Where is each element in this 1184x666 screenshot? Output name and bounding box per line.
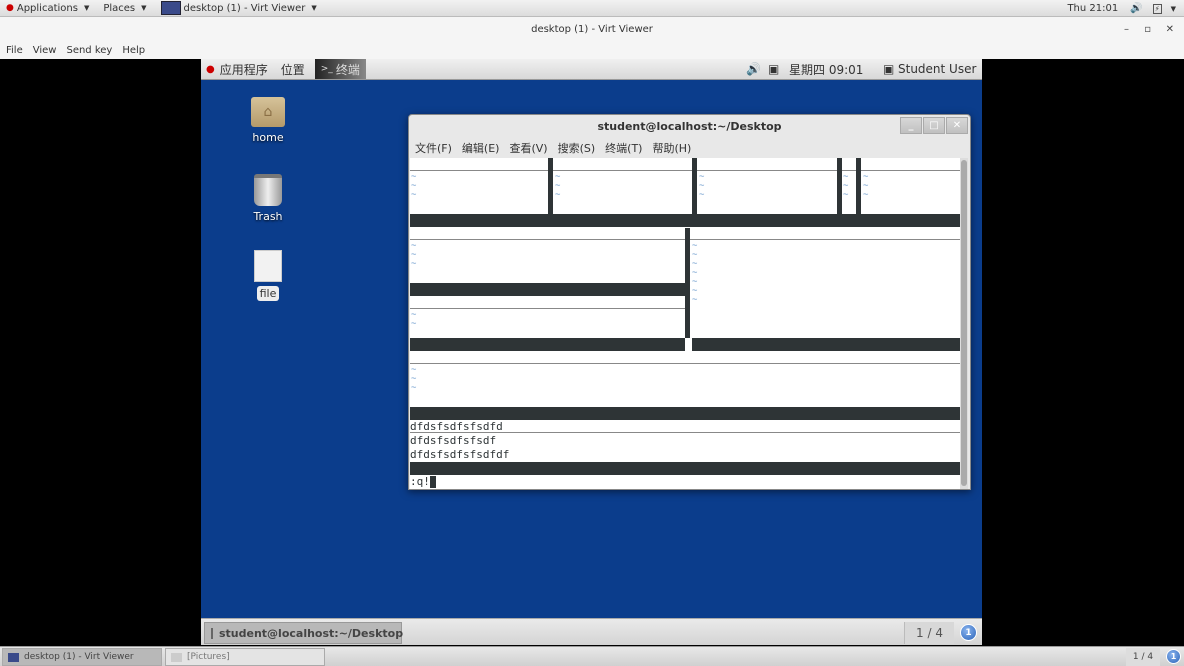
maximize-button[interactable]: ▫ — [1144, 17, 1151, 41]
host-task-virt-viewer[interactable]: desktop (1) - Virt Viewer — [2, 648, 162, 666]
image-viewer-icon — [171, 652, 182, 662]
status-line-wide: [未命名] 0,0-1 全部 — [410, 407, 960, 420]
cursor — [429, 476, 436, 488]
terminal-maximize-button[interactable]: □ — [923, 117, 945, 134]
desktop-icon-file[interactable]: file — [228, 250, 308, 301]
terminal-menubar: 文件(F) 编辑(E) 查看(V) 搜索(S) 终端(T) 帮助(H) — [409, 137, 970, 158]
host-notification-badge[interactable]: 1 — [1166, 649, 1181, 664]
applications-label: Applications — [16, 2, 78, 14]
desktop-icon-label: Trash — [253, 210, 283, 223]
terminal-menu-file[interactable]: 文件(F) — [415, 140, 452, 156]
terminal-window[interactable]: student@localhost:~/Desktop _ □ ✕ 文件(F) … — [408, 114, 971, 490]
window-title: desktop (1) - Virt Viewer — [531, 23, 653, 35]
terminal-menu-help[interactable]: 帮助(H) — [652, 140, 691, 156]
file-icon — [254, 250, 282, 282]
volume-icon[interactable]: 🔊 — [1130, 3, 1142, 14]
redhat-icon: ● — [6, 3, 14, 13]
places-menu[interactable]: Places ▼ — [103, 3, 146, 14]
trash-icon — [254, 174, 282, 206]
desktop-icon-home[interactable]: ⌂ home — [228, 97, 308, 144]
menu-send-key[interactable]: Send key — [66, 45, 112, 56]
host-task-pictures[interactable]: [Pictures] — [165, 648, 325, 666]
terminal-menu-terminal[interactable]: 终端(T) — [605, 140, 642, 156]
vsplit-separator[interactable] — [685, 228, 690, 338]
guest-notification-badge[interactable]: 1 — [960, 624, 977, 641]
home-folder-icon: ⌂ — [251, 97, 285, 127]
user-menu[interactable]: Student User — [898, 62, 976, 76]
guest-terminal-task[interactable]: >_ 终端 — [314, 59, 366, 79]
buffer-line: dfdsfsdfsfsdfdf — [410, 448, 510, 461]
host-workspace-indicator[interactable]: 1 / 4 — [1126, 648, 1160, 666]
status-line-active: [未命名] [+] 3,13 16% — [410, 462, 960, 475]
guest-clock[interactable]: 星期四 09:01 — [789, 61, 863, 78]
close-button[interactable]: ✕ — [1166, 17, 1174, 41]
network-icon[interactable]: ▣ — [768, 62, 779, 76]
command-text: :q! — [410, 475, 430, 488]
monitor-icon — [8, 652, 19, 662]
guest-places-menu[interactable]: 位置 — [281, 61, 305, 78]
host-top-bar: ● Applications ▼ Places ▼ desktop (1) - Vi… — [0, 0, 1184, 17]
status-line-file2: file2 0,0-1 全部 — [410, 283, 685, 296]
guest-display[interactable]: ● 应用程序 位置 >_ 终端 🔊 ▣ 星期四 09:01 ▣ Student U… — [201, 59, 982, 645]
desktop-icon-label: file — [256, 286, 280, 301]
terminal-icon: >_ — [320, 64, 333, 74]
applications-menu[interactable]: ● Applications ▼ — [6, 3, 89, 14]
host-taskbar: desktop (1) - Virt Viewer [Pictures] 1 /… — [0, 646, 1184, 666]
clock[interactable]: Thu 21:01 — [1067, 3, 1118, 14]
volume-icon[interactable]: 🔊 — [746, 62, 761, 76]
terminal-titlebar[interactable]: student@localhost:~/Desktop _ □ ✕ — [409, 115, 970, 137]
battery-icon[interactable]: ⚡ — [1152, 3, 1162, 14]
active-window-label: desktop (1) - Virt Viewer — [183, 2, 306, 14]
caret-icon: ▼ — [141, 4, 147, 12]
vsplit-separator[interactable] — [856, 158, 861, 214]
terminal-scrollbar[interactable] — [960, 158, 968, 489]
active-window-menu[interactable]: desktop (1) - Virt Viewer ▼ — [160, 1, 317, 15]
host-menubar: File View Send key Help — [0, 41, 1184, 59]
guest-bottom-panel: student@localhost:~/Desktop 1 / 4 1 — [201, 618, 982, 645]
terminal-icon — [211, 627, 213, 639]
buffer-line: dfdsfsdfsfsdf — [410, 434, 497, 447]
terminal-menu-view[interactable]: 查看(V) — [509, 140, 547, 156]
system-menu-caret-icon[interactable]: ▼ — [1171, 5, 1176, 13]
redhat-icon: ● — [206, 63, 215, 75]
vsplit-separator[interactable] — [548, 158, 553, 214]
status-line-mid-right: [未命名] 0,0-1 全部 — [692, 338, 960, 351]
guest-workspace-indicator[interactable]: 1 / 4 — [904, 622, 954, 644]
command-line[interactable]: :q! — [410, 475, 436, 488]
guest-task-label: student@localhost:~/Desktop — [219, 626, 404, 640]
terminal-minimize-button[interactable]: _ — [900, 117, 922, 134]
guest-taskbar-terminal[interactable]: student@localhost:~/Desktop — [204, 622, 404, 644]
terminal-task-label: 终端 — [335, 62, 360, 77]
vsplit-separator[interactable] — [692, 158, 697, 214]
caret-icon: ▼ — [83, 4, 90, 12]
desktop-icon-trash[interactable]: Trash — [228, 174, 308, 223]
scrollbar-thumb[interactable] — [961, 160, 967, 486]
monitor-icon — [160, 1, 181, 15]
guest-top-panel: ● 应用程序 位置 >_ 终端 🔊 ▣ 星期四 09:01 ▣ Student U… — [201, 59, 982, 80]
minimize-button[interactable]: – — [1124, 17, 1129, 41]
host-window-titlebar: desktop (1) - Virt Viewer – ▫ ✕ — [0, 17, 1184, 41]
terminal-menu-edit[interactable]: 编辑(E) — [462, 140, 500, 156]
places-label: Places — [103, 2, 136, 14]
vim-editor[interactable]: ~~~ ~~~ ~~~ ~~~ ~~~ [未命名] 0,0-1 全部 [未命名]… — [410, 158, 961, 489]
menu-view[interactable]: View — [33, 45, 57, 56]
guest-applications-menu[interactable]: 应用程序 — [220, 61, 268, 78]
desktop-icon-label: home — [252, 131, 284, 144]
host-task-label: desktop (1) - Virt Viewer — [24, 652, 134, 662]
terminal-title: student@localhost:~/Desktop — [597, 119, 782, 133]
status-line-mid-left: [未命名] 0,0-1 全部 — [410, 338, 685, 351]
user-icon: ▣ — [883, 62, 895, 76]
terminal-menu-search[interactable]: 搜索(S) — [558, 140, 596, 156]
menu-file[interactable]: File — [6, 45, 23, 56]
host-task-label: [Pictures] — [187, 652, 230, 662]
menu-help[interactable]: Help — [122, 45, 145, 56]
terminal-close-button[interactable]: ✕ — [946, 117, 968, 134]
vsplit-separator[interactable] — [837, 158, 842, 214]
caret-icon: ▼ — [311, 4, 317, 12]
status-line-row1: [未命名] 0,0-1 全部 [未命名] 0,0-1 全部 [未命名] 0,0-… — [410, 214, 960, 227]
